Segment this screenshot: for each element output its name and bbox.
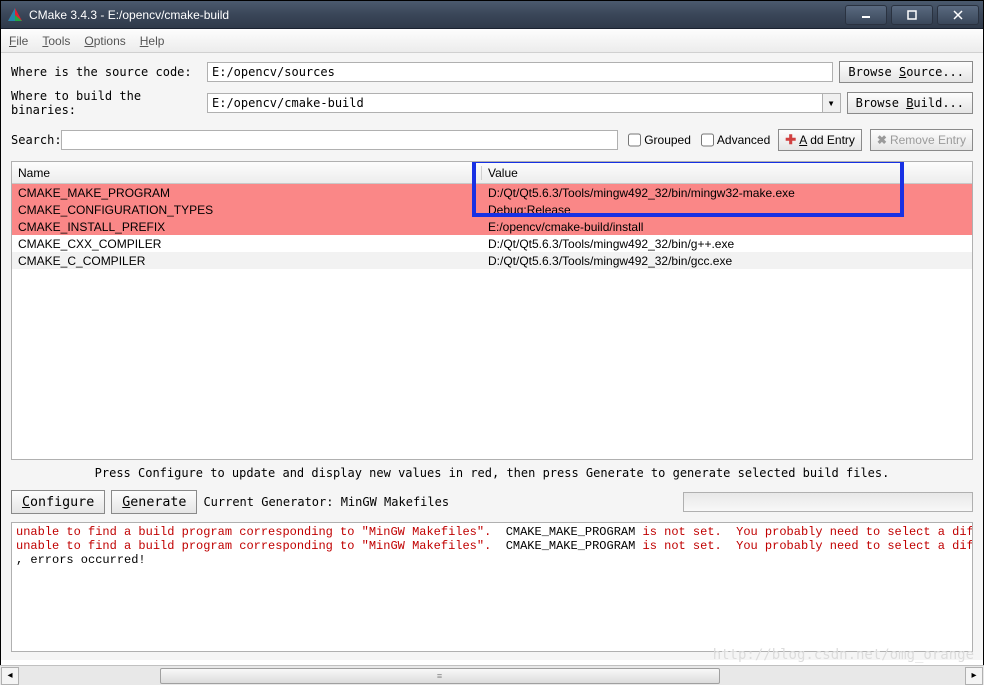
remove-entry-button[interactable]: ✖ Remove Entry	[870, 129, 973, 151]
window-title: CMake 3.4.3 - E:/opencv/cmake-build	[29, 8, 845, 22]
table-row[interactable]: CMAKE_MAKE_PROGRAMD:/Qt/Qt5.6.3/Tools/mi…	[12, 184, 972, 201]
add-entry-button[interactable]: ✚ Add Entry	[778, 129, 862, 151]
menu-file[interactable]: File	[9, 34, 28, 48]
column-value[interactable]: Value	[482, 166, 972, 180]
browse-source-button[interactable]: Browse Source...	[839, 61, 973, 83]
advanced-checkbox[interactable]: Advanced	[701, 130, 770, 150]
configure-button[interactable]: Configure	[11, 490, 105, 514]
scroll-thumb[interactable]: ≡	[160, 668, 720, 684]
cache-value[interactable]: D:/Qt/Qt5.6.3/Tools/mingw492_32/bin/g++.…	[482, 237, 972, 251]
cache-value[interactable]: Debug;Release	[482, 203, 972, 217]
menubar: File Tools Options Help	[1, 29, 983, 53]
build-dropdown-icon[interactable]: ▾	[823, 93, 841, 113]
close-button[interactable]	[937, 5, 979, 25]
generate-button[interactable]: Generate	[111, 490, 197, 514]
browse-build-button[interactable]: Browse Build...	[847, 92, 973, 114]
build-label: Where to build the binaries:	[11, 89, 207, 117]
table-row[interactable]: CMAKE_CONFIGURATION_TYPESDebug;Release	[12, 201, 972, 218]
cache-value[interactable]: E:/opencv/cmake-build/install	[482, 220, 972, 234]
plus-icon: ✚	[785, 132, 796, 148]
menu-tools[interactable]: Tools	[42, 34, 70, 48]
progress-bar	[683, 492, 973, 512]
log-output[interactable]: unable to find a build program correspon…	[11, 522, 973, 652]
horizontal-scrollbar[interactable]: ◂ ≡ ▸	[0, 665, 984, 685]
cmake-icon	[7, 7, 23, 23]
cache-name: CMAKE_C_COMPILER	[12, 254, 482, 268]
menu-help[interactable]: Help	[140, 34, 165, 48]
cache-table: Name Value CMAKE_MAKE_PROGRAMD:/Qt/Qt5.6…	[11, 161, 973, 460]
scroll-track[interactable]: ≡	[20, 667, 964, 685]
hint-text: Press Configure to update and display ne…	[11, 460, 973, 486]
table-row[interactable]: CMAKE_C_COMPILERD:/Qt/Qt5.6.3/Tools/ming…	[12, 252, 972, 269]
x-icon: ✖	[877, 133, 887, 147]
scroll-right-icon[interactable]: ▸	[965, 667, 983, 685]
column-name[interactable]: Name	[12, 166, 482, 180]
table-row[interactable]: CMAKE_INSTALL_PREFIXE:/opencv/cmake-buil…	[12, 218, 972, 235]
cache-name: CMAKE_CXX_COMPILER	[12, 237, 482, 251]
cache-value[interactable]: D:/Qt/Qt5.6.3/Tools/mingw492_32/bin/ming…	[482, 186, 972, 200]
source-label: Where is the source code:	[11, 65, 207, 79]
source-input[interactable]	[207, 62, 833, 82]
cache-name: CMAKE_INSTALL_PREFIX	[12, 220, 482, 234]
search-label: Search:	[11, 133, 61, 147]
cache-name: CMAKE_MAKE_PROGRAM	[12, 186, 482, 200]
search-input[interactable]	[61, 130, 618, 150]
generator-label: Current Generator: MinGW Makefiles	[203, 495, 449, 509]
scroll-left-icon[interactable]: ◂	[1, 667, 19, 685]
table-row[interactable]: CMAKE_CXX_COMPILERD:/Qt/Qt5.6.3/Tools/mi…	[12, 235, 972, 252]
cache-value[interactable]: D:/Qt/Qt5.6.3/Tools/mingw492_32/bin/gcc.…	[482, 254, 972, 268]
window-titlebar: CMake 3.4.3 - E:/opencv/cmake-build	[1, 1, 983, 29]
menu-options[interactable]: Options	[84, 34, 125, 48]
build-input[interactable]	[207, 93, 823, 113]
minimize-button[interactable]	[845, 5, 887, 25]
maximize-button[interactable]	[891, 5, 933, 25]
cache-name: CMAKE_CONFIGURATION_TYPES	[12, 203, 482, 217]
grouped-checkbox[interactable]: Grouped	[628, 130, 691, 150]
